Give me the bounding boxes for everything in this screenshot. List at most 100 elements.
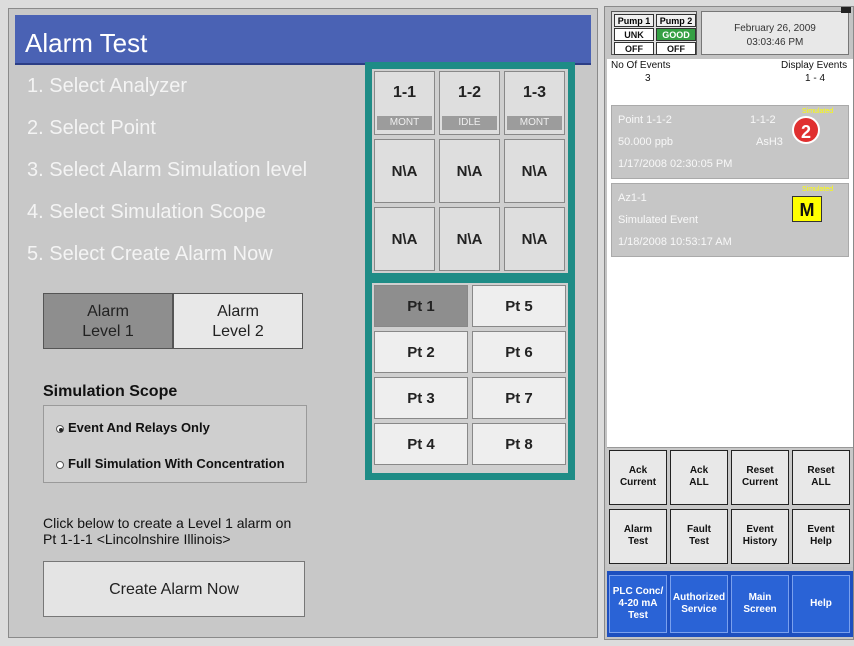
point-8-button[interactable]: Pt 8 — [472, 423, 566, 465]
alarm-level-2-button[interactable]: Alarm Level 2 — [173, 293, 303, 349]
event-gas: AsH3 — [756, 136, 783, 148]
event-timestamp: 1/18/2008 10:53:17 AM — [618, 236, 732, 248]
button-line: Help — [810, 598, 832, 609]
alarm-level-2-line1: Alarm — [217, 303, 259, 320]
pump-state: UNK — [614, 28, 654, 41]
button-line: History — [742, 536, 778, 547]
event-title: Point 1-1-2 — [618, 114, 672, 126]
pump-name: Pump 1 — [614, 14, 654, 27]
reset-all-button[interactable]: Reset ALL — [792, 450, 850, 505]
step-2: 2. Select Point — [27, 117, 156, 139]
scope-option-full-simulation[interactable]: Full Simulation With Concentration — [56, 456, 285, 471]
event-history-button[interactable]: Event History — [731, 509, 789, 564]
simulation-scope-group: Event And Relays Only Full Simulation Wi… — [43, 405, 307, 483]
alarm-level-1-line1: Alarm — [87, 303, 129, 320]
create-alarm-now-button[interactable]: Create Alarm Now — [43, 561, 305, 617]
authorized-service-button[interactable]: Authorized Service — [670, 575, 728, 633]
point-5-button[interactable]: Pt 5 — [472, 285, 566, 327]
analyzer-id: 1-2 — [457, 84, 482, 101]
analyzer-na-button[interactable]: N\A — [439, 139, 500, 203]
step-5: 5. Select Create Alarm Now — [27, 243, 273, 265]
pump-power: OFF — [656, 42, 696, 55]
button-line: Service — [681, 604, 717, 615]
step-4: 4. Select Simulation Scope — [27, 201, 267, 223]
event-description: Simulated Event — [618, 214, 699, 226]
button-line: Main — [748, 592, 772, 603]
alarm-level-2-icon: 2 — [792, 116, 820, 144]
fault-test-button[interactable]: Fault Test — [670, 509, 728, 564]
analyzer-na-button[interactable]: N\A — [374, 207, 435, 271]
scope-option-event-relays[interactable]: Event And Relays Only — [56, 420, 210, 435]
alarm-level-1-line2: Level 1 — [82, 323, 134, 340]
button-line: Fault — [687, 524, 711, 535]
analyzer-1-2-button[interactable]: 1-2 IDLE — [439, 71, 500, 135]
event-concentration: 50.000 ppb — [618, 136, 674, 148]
create-alarm-info: Click below to create a Level 1 alarm on — [43, 515, 292, 531]
alarm-test-screen: Alarm Test 1. Select Analyzer 2. Select … — [0, 0, 854, 646]
event-count-label: No Of Events — [611, 60, 671, 71]
analyzer-1-1-button[interactable]: 1-1 MONT — [374, 71, 435, 135]
button-line: Help — [810, 536, 832, 547]
scope-option-label: Event And Relays Only — [68, 420, 210, 435]
analyzer-na-button[interactable]: N\A — [439, 207, 500, 271]
radio-unselected-icon[interactable] — [56, 460, 64, 469]
main-navigation: PLC Conc/4-20 mA Test Authorized Service M… — [607, 571, 853, 637]
alarm-test-button[interactable]: Alarm Test — [609, 509, 667, 564]
pump-power: OFF — [614, 42, 654, 55]
page-title: Alarm Test — [15, 15, 591, 65]
pump-1-status: Pump 1 UNK OFF — [614, 14, 654, 56]
minimize-icon[interactable] — [841, 7, 851, 13]
step-3: 3. Select Alarm Simulation level — [27, 159, 308, 181]
help-button[interactable]: Help — [792, 575, 850, 633]
button-line: Authorized — [672, 592, 726, 603]
simulation-scope-title: Simulation Scope — [43, 383, 178, 400]
button-line: 4-20 mA — [618, 598, 658, 609]
ack-current-button[interactable]: Ack Current — [609, 450, 667, 505]
datetime-display: February 26, 2009 03:03:46 PM — [701, 11, 849, 55]
point-4-button[interactable]: Pt 4 — [374, 423, 468, 465]
main-panel: Alarm Test 1. Select Analyzer 2. Select … — [8, 8, 598, 638]
button-line: PLC Conc/ — [612, 586, 664, 597]
analyzer-id: 1-3 — [522, 84, 547, 101]
analyzer-status: IDLE — [442, 116, 497, 130]
button-line: Ack — [628, 465, 648, 476]
point-3-button[interactable]: Pt 3 — [374, 377, 468, 419]
scope-option-label: Full Simulation With Concentration — [68, 456, 285, 471]
button-line: Reset — [746, 465, 774, 476]
point-grid: Pt 1 Pt 5 Pt 2 Pt 6 Pt 3 Pt 7 Pt 4 Pt 8 — [372, 283, 568, 473]
point-6-button[interactable]: Pt 6 — [472, 331, 566, 373]
button-line: Current — [741, 477, 779, 488]
status-sidebar: Pump 1 UNK OFF Pump 2 GOOD OFF February … — [604, 6, 854, 640]
reset-current-button[interactable]: Reset Current — [731, 450, 789, 505]
simulated-caption: Simulated — [802, 108, 834, 115]
alarm-level-1-button[interactable]: Alarm Level 1 — [43, 293, 173, 349]
plc-conc-test-button[interactable]: PLC Conc/4-20 mA Test — [609, 575, 667, 633]
point-1-button[interactable]: Pt 1 — [374, 285, 468, 327]
button-line: Test — [628, 536, 648, 547]
button-line: Ack — [689, 465, 709, 476]
main-screen-button[interactable]: Main Screen — [731, 575, 789, 633]
analyzer-na-button[interactable]: N\A — [504, 207, 565, 271]
event-item[interactable]: Az1-1 Simulated Event 1/18/2008 10:53:17… — [611, 183, 849, 257]
event-title: Az1-1 — [618, 192, 647, 204]
button-line: Test — [689, 536, 709, 547]
button-line: Alarm — [623, 524, 653, 535]
analyzer-1-3-button[interactable]: 1-3 MONT — [504, 71, 565, 135]
point-2-button[interactable]: Pt 2 — [374, 331, 468, 373]
maintenance-icon: M — [792, 196, 822, 222]
button-line: ALL — [811, 477, 831, 488]
event-item[interactable]: Point 1-1-2 1-1-2 50.000 ppb AsH3 1/17/2… — [611, 105, 849, 179]
button-line: ALL — [689, 477, 709, 488]
event-help-button[interactable]: Event Help — [792, 509, 850, 564]
ack-all-button[interactable]: Ack ALL — [670, 450, 728, 505]
button-line: Event — [807, 524, 835, 535]
analyzer-status: MONT — [377, 116, 432, 130]
analyzer-na-button[interactable]: N\A — [504, 139, 565, 203]
analyzer-na-button[interactable]: N\A — [374, 139, 435, 203]
event-count: 3 — [645, 73, 651, 84]
event-list: No Of Events 3 Display Events 1 - 4 Poin… — [607, 59, 853, 453]
pump-status: Pump 1 UNK OFF Pump 2 GOOD OFF — [611, 11, 697, 55]
point-7-button[interactable]: Pt 7 — [472, 377, 566, 419]
selection-grid: 1-1 MONT 1-2 IDLE 1-3 MONT N\A N\A N\A N… — [365, 62, 575, 480]
radio-selected-icon[interactable] — [56, 424, 64, 433]
